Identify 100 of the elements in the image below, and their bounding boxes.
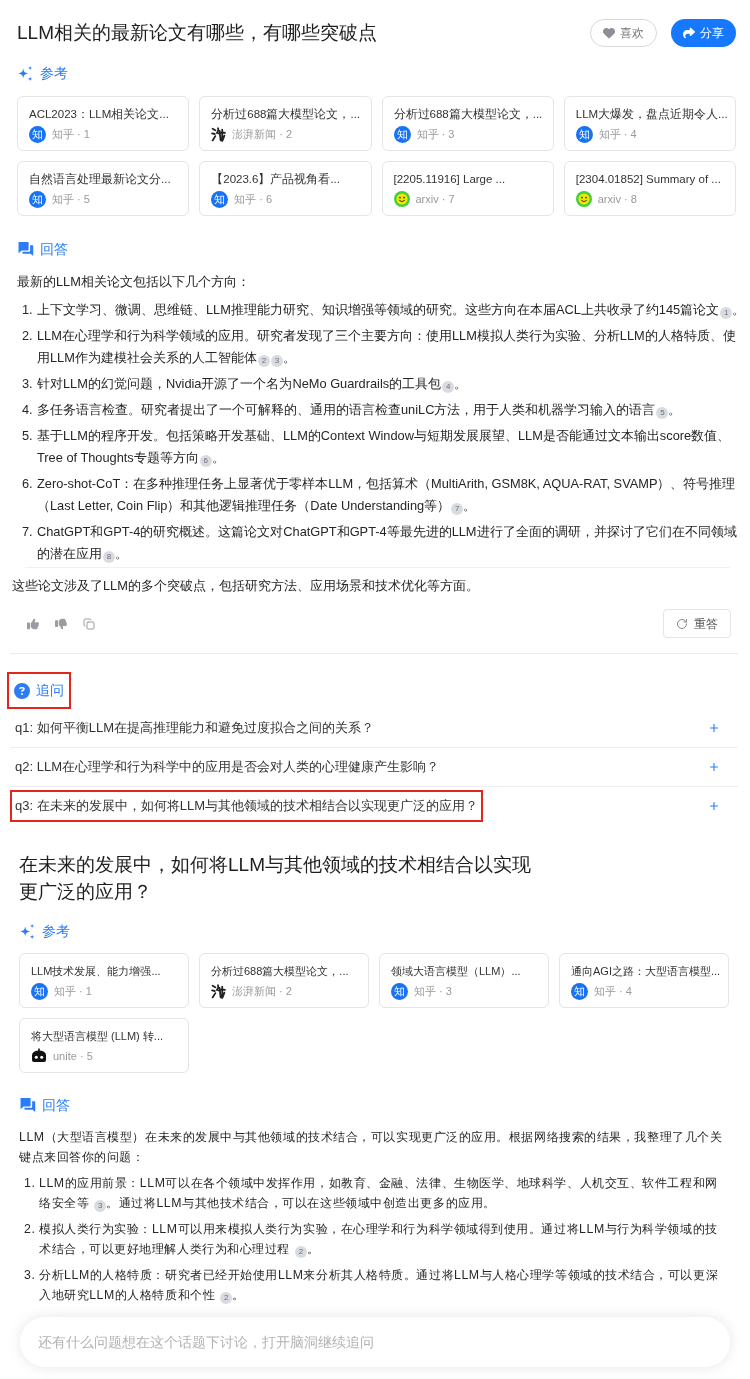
chat-bubbles-icon xyxy=(17,241,34,257)
site-logo: 知 xyxy=(571,983,588,1000)
list-number: 4. xyxy=(22,401,34,419)
citation-marker[interactable]: 8 xyxy=(103,551,115,563)
follow-up-question[interactable]: q2: LLM在心理学和行为科学中的应用是否会对人类的心理健康产生影响？ xyxy=(10,751,444,783)
section-heading: 参考 xyxy=(42,921,70,941)
list-number: 3. xyxy=(24,1267,37,1284)
answer-item: 多任务语言检查。研究者提出了一个可解释的、通用的语言检查uniLC方法，用于人类和机器学习输入的语言 5 。 xyxy=(37,401,682,421)
smiley-icon xyxy=(575,191,592,207)
reference-card[interactable]: 自然语言处理最新论文分... 知 知乎 · 5 xyxy=(17,161,190,216)
section-heading: 参考 xyxy=(40,63,68,83)
list-number: 1. xyxy=(24,1175,37,1192)
regenerate-button[interactable]: 重答 xyxy=(663,609,731,638)
list-number: 2. xyxy=(24,1221,37,1238)
thumbs-up-icon[interactable] xyxy=(27,617,39,630)
answer-item: 基于LLM的程序开发。包括策略开发基础、LLM的Context Window与短期发展展望、LLM是否能通过文本输出score数值、Tree of Thoughts专题等方向 6 。 xyxy=(37,427,732,469)
smiley-icon xyxy=(393,191,410,207)
reference-source: arxiv · 7 xyxy=(415,191,455,207)
plus-icon[interactable] xyxy=(708,722,720,734)
reference-card[interactable]: 分析过688篇大模型论文，... 知 知乎 · 3 xyxy=(381,96,554,151)
ink-logo-icon xyxy=(211,126,227,142)
reference-source: unite · 5 xyxy=(53,1048,93,1064)
reference-card[interactable]: 【2023.6】产品视角看... 知 知乎 · 6 xyxy=(199,161,372,216)
thumbs-down-icon[interactable] xyxy=(55,617,67,630)
reference-title: 分析过688篇大模型论文，... xyxy=(211,107,360,122)
answer-intro: 最新的LLM相关论文包括以下几个方向： xyxy=(17,273,251,291)
reference-card[interactable]: 分析过688篇大模型论文，... 澎湃新闻 · 2 xyxy=(199,96,372,151)
reference-title: [2304.01852] Summary of ... xyxy=(575,172,722,187)
page-title: LLM相关的最新论文有哪些，有哪些突破点 xyxy=(17,21,377,45)
chat-bubbles-icon xyxy=(19,1097,36,1113)
reference-source: 知乎 · 4 xyxy=(594,984,632,999)
answer-item: 模拟人类行为实验：LLM可以用来模拟人类行为实验，在心理学和行为科学领域得到使用。通过将LLM与行为科学领域的技术结合，可以更好地理解人类行为和心理过程 2 。 xyxy=(39,1221,719,1259)
citation-marker[interactable]: 2 xyxy=(295,1246,307,1258)
answer-intro: LLM（大型语言模型）在未来的发展中与其他领域的技术结合，可以实现更广泛的应用。根据网络搜索的结果，我整理了几个关键点来回答你的问题： xyxy=(19,1129,724,1166)
reference-card[interactable]: LLM大爆发，盘点近期令人... 知 知乎 · 4 xyxy=(563,96,736,151)
list-number: 6. xyxy=(22,475,34,493)
ink-logo-icon xyxy=(211,983,226,999)
reference-title: [2205.11916] Large ... xyxy=(393,172,507,187)
plus-icon[interactable] xyxy=(708,761,720,773)
list-number: 7. xyxy=(22,523,34,541)
section-heading: 回答 xyxy=(40,239,68,259)
like-button[interactable]: 喜欢 xyxy=(590,19,657,47)
list-number: 5. xyxy=(22,427,34,445)
question-input[interactable]: 还有什么问题想在这个话题下讨论，打开脑洞继续追问 xyxy=(20,1317,730,1367)
answer-item: 上下文学习、微调、思维链、LLM推理能力研究、知识增强等领域的研究。这些方向在本届ACL上共收录了约145篇论文 1 。 xyxy=(37,301,746,321)
question-title: 在未来的发展中，如何将LLM与其他领域的技术相结合以实现更广泛的应用？ xyxy=(19,853,532,904)
section-heading: 回答 xyxy=(42,1095,70,1115)
reference-card[interactable]: 将大型语言模型 (LLM) 转... unite · 5 xyxy=(19,1018,189,1073)
citation-marker[interactable]: 1 xyxy=(720,307,733,319)
reference-source: 知乎 · 5 xyxy=(52,192,90,207)
section-heading: 追问 xyxy=(36,681,64,700)
follow-up-question[interactable]: q1: 如何平衡LLM在提高推理能力和避免过度拟合之间的关系？ xyxy=(10,712,379,744)
reference-title: 通向AGI之路：大型语言模型... xyxy=(571,964,717,979)
site-logo: 知 xyxy=(211,191,229,208)
citation-marker[interactable]: 2 xyxy=(257,355,270,367)
follow-up-question[interactable]: q3: 在未来的发展中，如何将LLM与其他领域的技术相结合以实现更广泛的应用？ xyxy=(10,790,483,822)
site-logo: 知 xyxy=(391,983,408,1000)
reference-source: 知乎 · 1 xyxy=(54,984,92,999)
site-logo: 知 xyxy=(575,126,593,143)
citation-marker[interactable]: 5 xyxy=(656,407,669,419)
robot-icon xyxy=(31,1048,47,1064)
reference-source: arxiv · 8 xyxy=(597,191,637,207)
share-button[interactable]: 分享 xyxy=(671,19,736,47)
citation-marker[interactable]: 6 xyxy=(199,455,212,467)
reference-title: 自然语言处理最新论文分... xyxy=(29,172,172,187)
reference-card[interactable]: 分析过688篇大模型论文，... 澎湃新闻 · 2 xyxy=(199,953,369,1008)
reference-source: 知乎 · 4 xyxy=(598,127,637,142)
reference-card[interactable]: LLM技术发展、能力增强... 知 知乎 · 1 xyxy=(19,953,189,1008)
reference-source: 知乎 · 6 xyxy=(234,192,273,207)
citation-marker[interactable]: 7 xyxy=(451,503,464,515)
answer-item: 针对LLM的幻觉问题，Nvidia开源了一个名为NeMo Guardrails的工具包 4 。 xyxy=(37,375,468,395)
list-number: 1. xyxy=(22,301,34,319)
heart-icon xyxy=(603,27,615,39)
reference-card[interactable]: ACL2023：LLM相关论文... 知 知乎 · 1 xyxy=(17,96,190,151)
list-number: 3. xyxy=(22,375,34,393)
reference-title: LLM技术发展、能力增强... xyxy=(31,964,162,979)
reference-card[interactable]: 通向AGI之路：大型语言模型... 知 知乎 · 4 xyxy=(559,953,729,1008)
reference-source: 知乎 · 1 xyxy=(52,127,90,142)
reference-source: 澎湃新闻 · 2 xyxy=(232,983,292,999)
answer-item: LLM的应用前景：LLM可以在各个领域中发挥作用，如教育、金融、法律、生物医学、地球科学、人机交互、软件工程和网络安全等 3 。通过将LLM与其他技术结合，可以在这些领域中创造出更多的应用。 xyxy=(39,1175,719,1213)
reference-title: 分析过688篇大模型论文，... xyxy=(393,107,542,122)
sparkle-icon xyxy=(19,922,36,940)
reference-title: 分析过688篇大模型论文，... xyxy=(211,964,350,979)
reference-card[interactable]: [2304.01852] Summary of ... arxiv · 8 xyxy=(563,161,736,216)
reference-title: 将大型语言模型 (LLM) 转... xyxy=(31,1029,164,1044)
citation-marker[interactable]: 2 xyxy=(220,1292,233,1304)
plus-icon[interactable] xyxy=(708,800,720,812)
copy-icon[interactable] xyxy=(83,617,95,630)
answer-conclusion: 这些论文涉及了LLM的多个突破点，包括研究方法、应用场景和技术优化等方面。 xyxy=(12,577,480,595)
citation-marker[interactable]: 4 xyxy=(442,381,455,393)
reference-card[interactable]: [2205.11916] Large ... arxiv · 7 xyxy=(381,161,554,216)
citation-marker[interactable]: 3 xyxy=(270,355,283,367)
refresh-icon xyxy=(676,617,688,630)
reference-card[interactable]: 领域大语言模型（LLM）... 知 知乎 · 3 xyxy=(379,953,549,1008)
site-logo: 知 xyxy=(29,191,46,208)
reference-title: 领域大语言模型（LLM）... xyxy=(391,964,522,979)
citation-marker[interactable]: 3 xyxy=(94,1200,107,1212)
sparkle-icon xyxy=(17,64,34,82)
answer-item: LLM在心理学和行为科学领域的应用。研究者发现了三个主要方向：使用LLM模拟人类行为实验、分析LLM的人格特质、使用LLM作为建模社会关系的人工智能体 2 3 。 xyxy=(37,327,737,369)
reference-title: 【2023.6】产品视角看... xyxy=(211,172,341,187)
